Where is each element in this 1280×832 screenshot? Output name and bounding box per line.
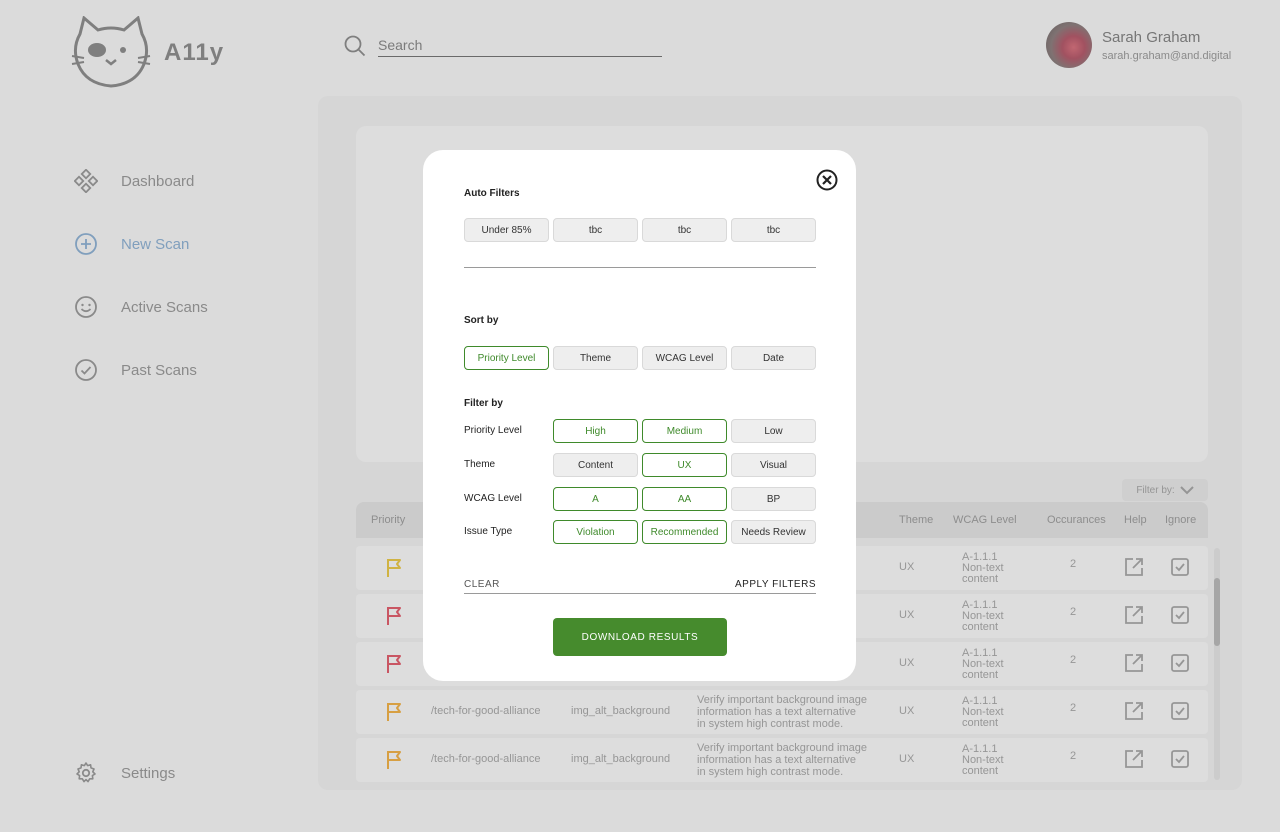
filter-option-chip[interactable]: Recommended: [642, 520, 727, 544]
actions-divider: [464, 593, 816, 594]
sort-option-chip[interactable]: Date: [731, 346, 816, 370]
download-results-button[interactable]: DOWNLOAD RESULTS: [553, 618, 727, 656]
filter-option-chip[interactable]: AA: [642, 487, 727, 511]
sort-option-chip[interactable]: Priority Level: [464, 346, 549, 370]
filter-option-chip[interactable]: A: [553, 487, 638, 511]
filter-group-label: Issue Type: [464, 526, 513, 537]
filter-option-chip[interactable]: Content: [553, 453, 638, 477]
filter-option-chip[interactable]: Medium: [642, 419, 727, 443]
auto-filter-chip[interactable]: tbc: [642, 218, 727, 242]
auto-filter-chip[interactable]: tbc: [553, 218, 638, 242]
sort-option-chip[interactable]: Theme: [553, 346, 638, 370]
apply-filters-button[interactable]: APPLY FILTERS: [723, 579, 816, 590]
filter-option-chip[interactable]: Low: [731, 419, 816, 443]
filter-option-chip[interactable]: Needs Review: [731, 520, 816, 544]
sort-by-title: Sort by: [464, 315, 499, 326]
filter-group-label: WCAG Level: [464, 493, 522, 504]
section-divider: [464, 267, 816, 268]
filter-option-chip[interactable]: UX: [642, 453, 727, 477]
close-icon: [816, 169, 838, 191]
close-button[interactable]: [815, 168, 839, 192]
filter-option-chip[interactable]: BP: [731, 487, 816, 511]
auto-filter-chip[interactable]: Under 85%: [464, 218, 549, 242]
filter-group-label: Priority Level: [464, 425, 522, 436]
sort-option-chip[interactable]: WCAG Level: [642, 346, 727, 370]
filter-by-title: Filter by: [464, 398, 503, 409]
filter-option-chip[interactable]: High: [553, 419, 638, 443]
clear-button[interactable]: CLEAR: [464, 579, 500, 590]
filter-option-chip[interactable]: Visual: [731, 453, 816, 477]
auto-filter-chip[interactable]: tbc: [731, 218, 816, 242]
filter-group-label: Theme: [464, 459, 496, 470]
auto-filters-title: Auto Filters: [464, 188, 520, 199]
filter-modal: Auto Filters Under 85% tbc tbc tbc Sort by …: [423, 150, 856, 681]
filter-option-chip[interactable]: Violation: [553, 520, 638, 544]
